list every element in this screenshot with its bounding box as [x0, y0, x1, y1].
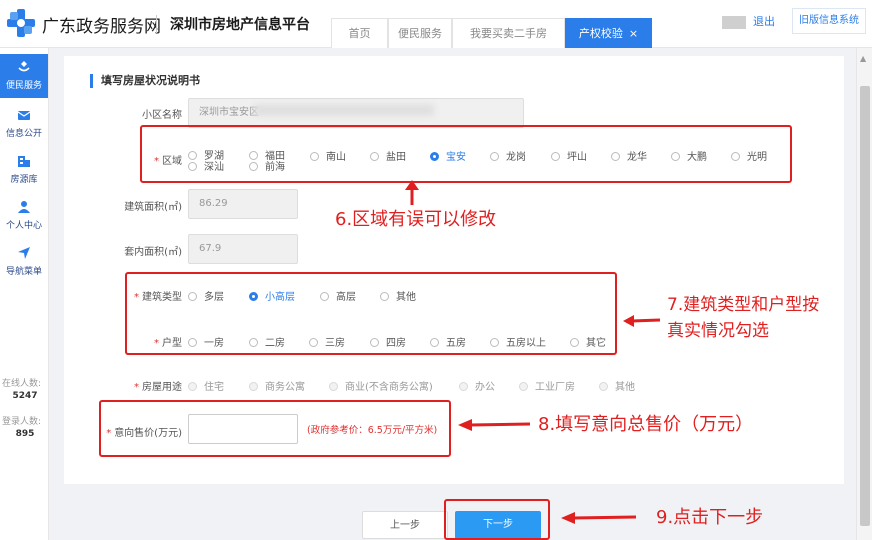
annotation-6: 6.区域有误可以修改	[335, 209, 497, 230]
annotation-7-line1: 7.建筑类型和户型按	[667, 295, 820, 315]
annotation-arrows	[405, 180, 661, 524]
annotation-7-line2: 真实情况勾选	[667, 321, 769, 341]
arrow-left-icon	[572, 515, 637, 520]
annotation-7: 7.建筑类型和户型按 真实情况勾选	[667, 292, 819, 344]
arrow-left-icon	[631, 318, 661, 323]
annotation-9: 9.点击下一步	[656, 507, 764, 528]
annotation-8: 8.填写意向总售价（万元）	[538, 414, 754, 435]
arrow-left-icon	[469, 422, 531, 427]
